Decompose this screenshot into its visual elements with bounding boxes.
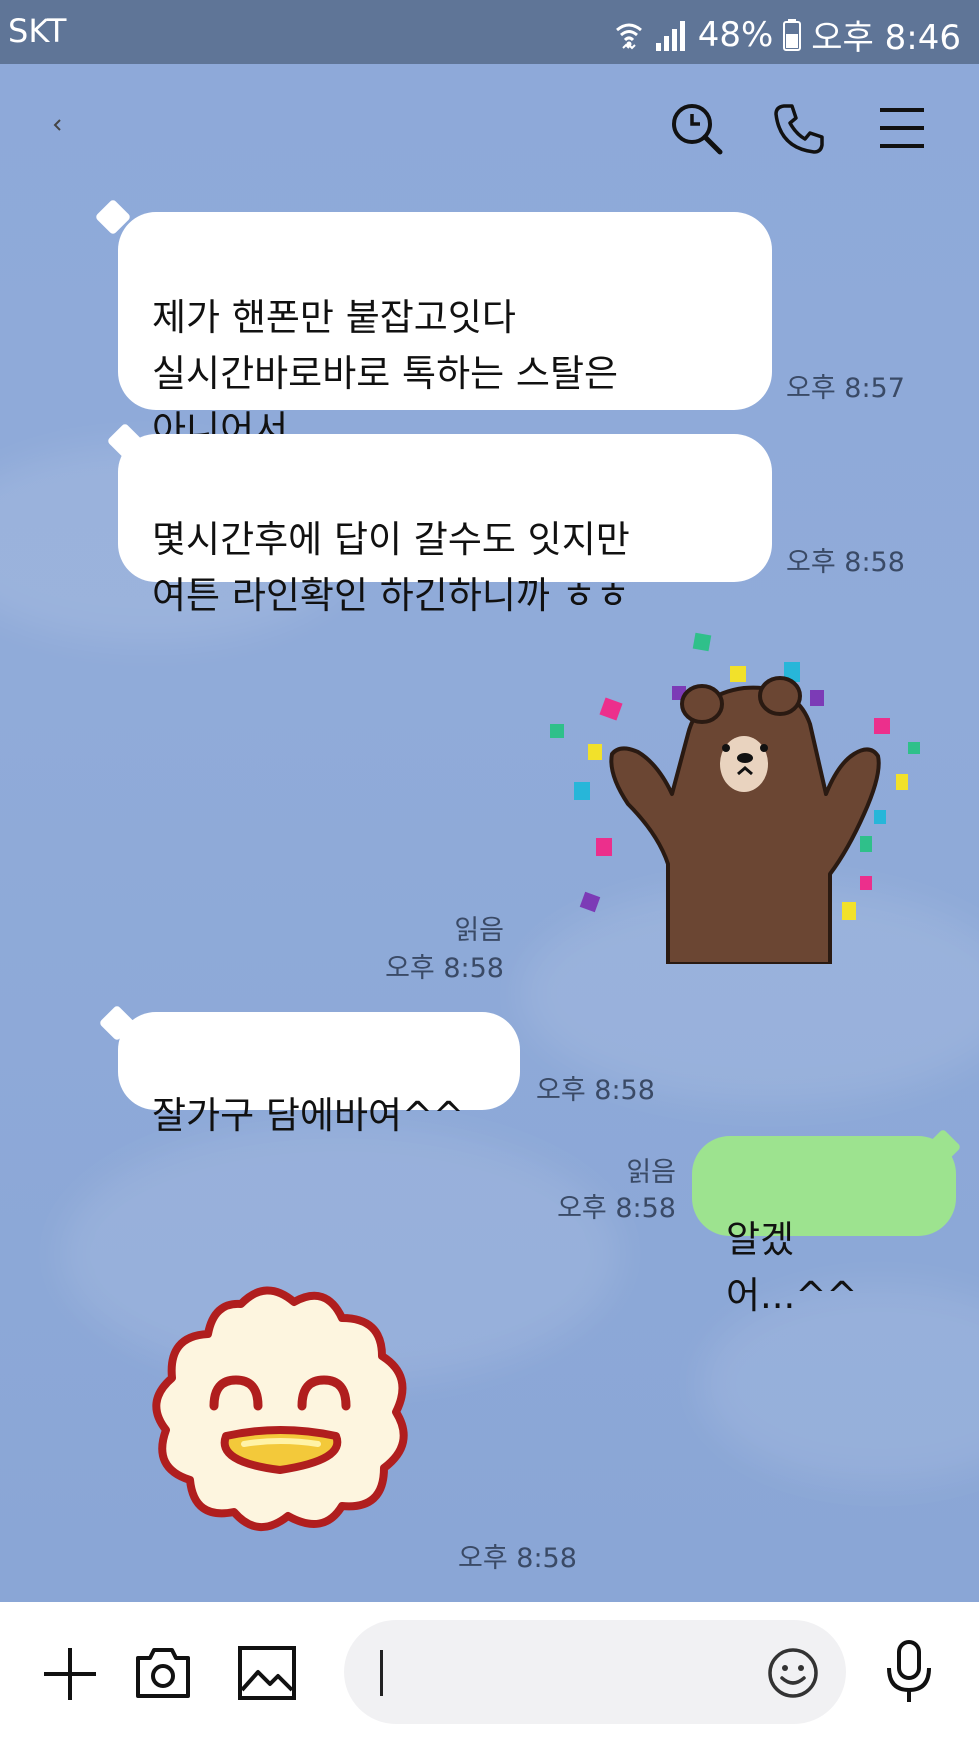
message-timestamp: 오후 8:58 <box>536 1075 655 1106</box>
menu-icon[interactable] <box>880 106 924 154</box>
brown-bear-cheering-sticker[interactable] <box>548 624 928 966</box>
status-bar: SKT 48% 오후 8:46 <box>0 0 979 64</box>
chat-area[interactable]: 제가 핸폰만 붙잡고잇다 실시간바로바로 톡하는 스탈은 아니어서 오후 8:5… <box>0 64 979 1602</box>
smiling-cloud-sticker[interactable] <box>146 1284 416 1534</box>
battery-percent: 48% <box>697 14 774 55</box>
input-bar <box>0 1602 979 1742</box>
search-icon[interactable] <box>670 102 724 160</box>
image-icon[interactable] <box>236 1642 298 1708</box>
message-timestamp: 오후 8:58 <box>557 1193 676 1224</box>
battery-icon <box>783 18 802 51</box>
message-timestamp: 오후 8:58 <box>385 953 504 984</box>
emoji-icon[interactable] <box>766 1646 820 1704</box>
signal-icon <box>654 19 688 51</box>
phone-icon[interactable] <box>772 102 826 160</box>
message-bubble-outgoing[interactable]: 알겠어...^^ <box>692 1136 956 1317</box>
message-text: 몇시간후에 답이 갈수도 잇지만 여튼 라인확인 하긴하니까 ㅎㅎ <box>152 518 630 617</box>
message-bubble-incoming[interactable]: 잘가구 담에바여^^ <box>118 1012 520 1137</box>
back-chevron-icon[interactable] <box>50 114 64 140</box>
message-bubble-incoming[interactable]: 제가 핸폰만 붙잡고잇다 실시간바로바로 톡하는 스탈은 아니어서 <box>118 212 772 451</box>
camera-icon[interactable] <box>132 1642 194 1708</box>
read-receipt: 읽음 <box>454 915 504 946</box>
message-timestamp: 오후 8:57 <box>786 373 905 404</box>
text-caret <box>380 1650 383 1696</box>
message-text: 제가 핸폰만 붙잡고잇다 실시간바로바로 톡하는 스탈은 아니어서 <box>152 296 619 451</box>
read-receipt: 읽음 <box>626 1157 676 1188</box>
wifi-icon <box>614 18 644 52</box>
message-bubble-incoming[interactable]: 몇시간후에 답이 갈수도 잇지만 여튼 라인확인 하긴하니까 ㅎㅎ <box>118 434 772 617</box>
message-text: 알겠어...^^ <box>726 1218 858 1317</box>
message-text: 잘가구 담에바여^^ <box>152 1094 465 1137</box>
microphone-icon[interactable] <box>884 1638 934 1708</box>
message-timestamp: 오후 8:58 <box>786 547 905 578</box>
clock: 오후 8:46 <box>811 18 961 58</box>
message-timestamp: 오후 8:58 <box>458 1543 577 1574</box>
message-input[interactable] <box>344 1620 846 1724</box>
plus-icon[interactable] <box>42 1646 98 1706</box>
carrier-label: SKT <box>8 12 67 50</box>
